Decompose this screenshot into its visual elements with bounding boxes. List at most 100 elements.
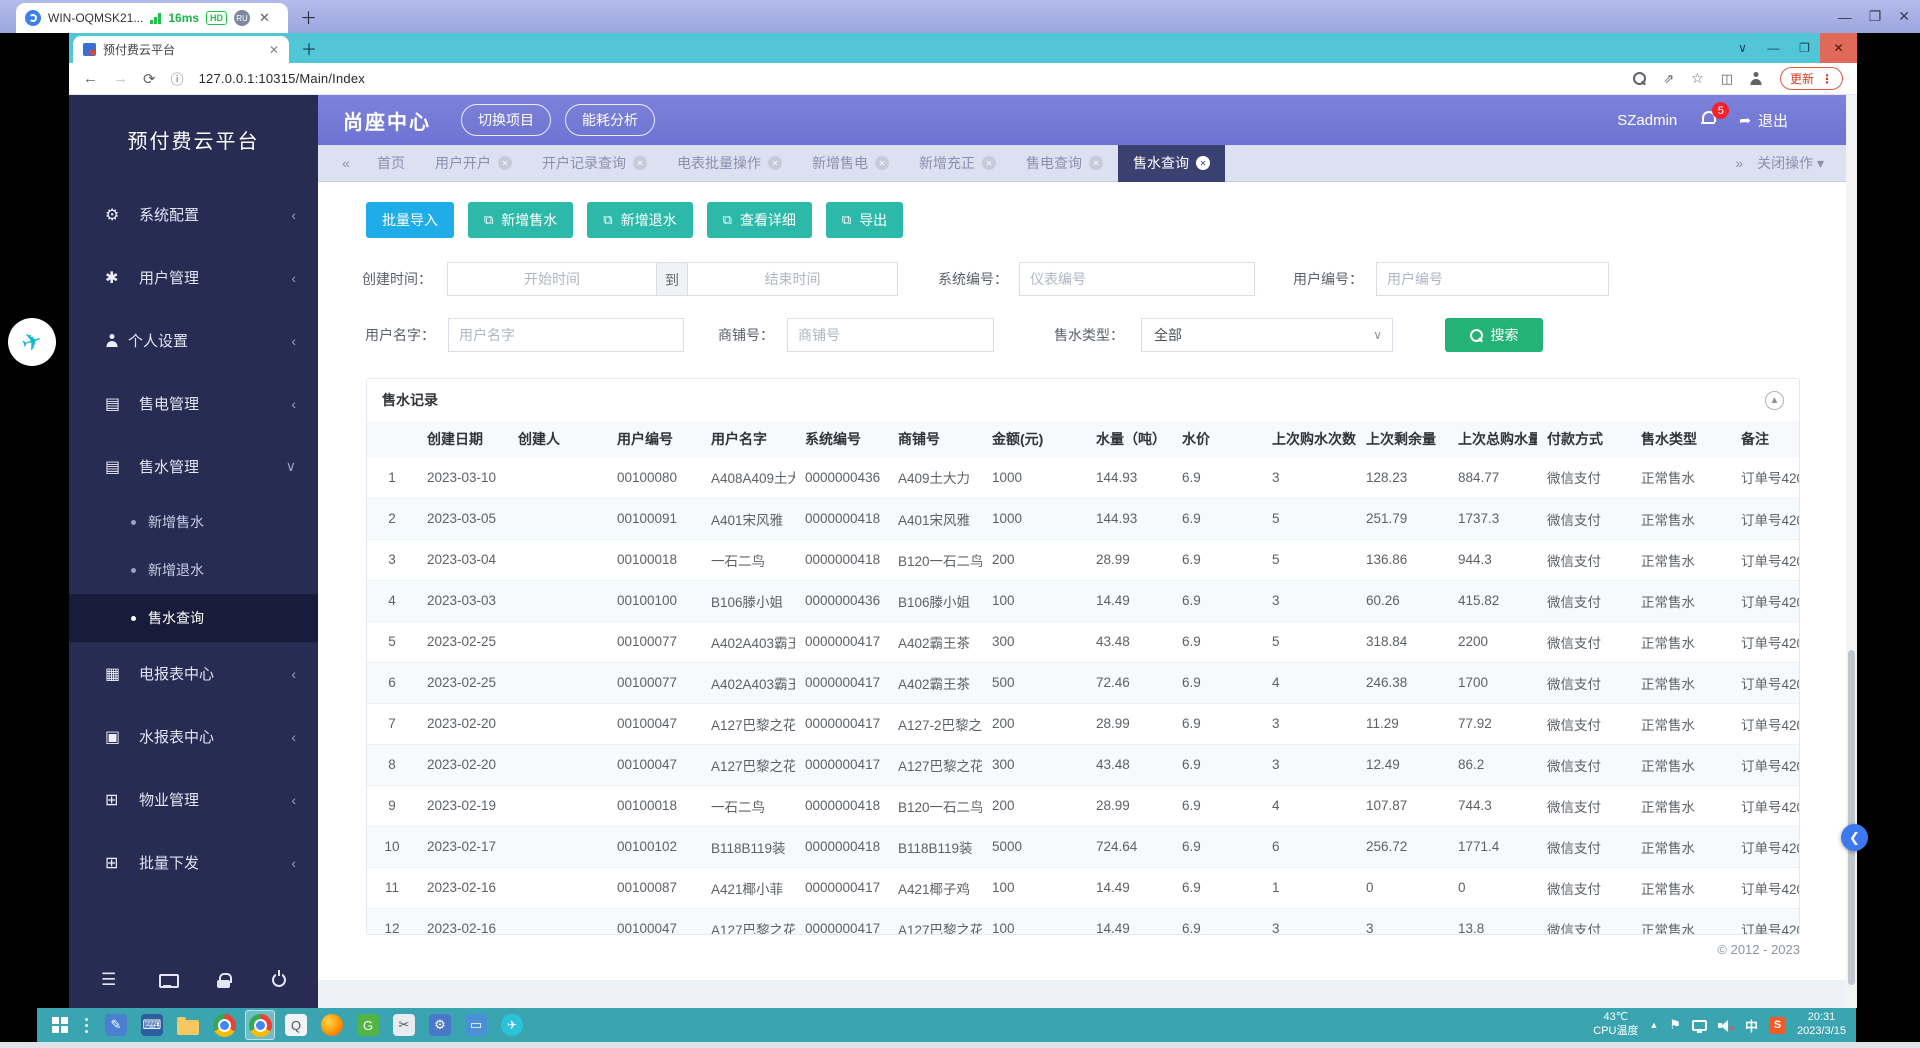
- chevron-down-icon[interactable]: ∨: [1727, 33, 1758, 63]
- taskbar-icon-todesk[interactable]: ✈: [497, 1010, 527, 1040]
- remote-maximize-button[interactable]: ❐: [1869, 8, 1882, 25]
- table-row[interactable]: 52023-02-2500100077A402A403霸王茶0000000417…: [367, 621, 1800, 662]
- lock-icon[interactable]: [217, 973, 230, 988]
- start-time-input[interactable]: [447, 262, 657, 296]
- remote-new-tab-button[interactable]: ＋: [300, 0, 317, 33]
- table-row[interactable]: 42023-03-0300100100B106滕小姐0000000436B106…: [367, 580, 1800, 621]
- toolbar-button[interactable]: ⧉新增售水: [468, 202, 573, 238]
- nav-tab[interactable]: 新增充正✕: [904, 145, 1011, 182]
- tab-close-icon[interactable]: ✕: [633, 156, 647, 170]
- sidebar-item[interactable]: ✱用户管理‹: [69, 246, 318, 309]
- remote-tab-close-icon[interactable]: ✕: [259, 10, 270, 26]
- toolbar-button[interactable]: ⧉新增退水: [587, 202, 692, 238]
- site-info-icon[interactable]: ⓘ: [171, 69, 184, 88]
- taskbar-icon-putty[interactable]: ⌨: [137, 1010, 167, 1040]
- sidebar-item[interactable]: 个人设置‹: [69, 309, 318, 372]
- table-row[interactable]: 92023-02-1900100018一石二鸟0000000418B120一石二…: [367, 785, 1800, 826]
- logout-button[interactable]: ➦ 退出: [1739, 110, 1788, 131]
- remote-minimize-button[interactable]: —: [1838, 9, 1852, 25]
- tab-close-icon[interactable]: ✕: [768, 156, 782, 170]
- table-row[interactable]: 102023-02-1700100102B118B119装0000000418B…: [367, 826, 1800, 867]
- notifications-button[interactable]: 5: [1701, 111, 1715, 129]
- power-icon[interactable]: [272, 973, 286, 987]
- tab-close-icon[interactable]: ✕: [875, 156, 889, 170]
- remote-close-button[interactable]: ✕: [1898, 8, 1910, 25]
- window-maximize-button[interactable]: ❐: [1789, 33, 1820, 63]
- browser-tab-close-icon[interactable]: ✕: [269, 43, 279, 57]
- sale-type-select[interactable]: 全部 ∨: [1141, 318, 1393, 352]
- window-close-button[interactable]: ✕: [1820, 33, 1857, 63]
- sidebar-subitem[interactable]: 新增退水: [69, 546, 318, 594]
- nav-tab[interactable]: 电表批量操作✕: [662, 145, 797, 182]
- nav-tab[interactable]: 售电查询✕: [1011, 145, 1118, 182]
- nav-tab[interactable]: 首页: [362, 145, 420, 182]
- taskbar-icon-qq[interactable]: Q: [281, 1010, 311, 1040]
- profile-icon[interactable]: [1750, 72, 1763, 85]
- sidebar-item[interactable]: ▣水报表中心‹: [69, 705, 318, 768]
- taskbar-icon-wegame[interactable]: G: [353, 1010, 383, 1040]
- energy-analysis-button[interactable]: 能耗分析: [565, 104, 655, 136]
- sidebar-toggle-icon[interactable]: ◫: [1721, 71, 1733, 87]
- table-row[interactable]: 122023-02-1600100047A127巴黎之花0000000417A1…: [367, 908, 1800, 935]
- todesk-floating-ball[interactable]: ✈: [8, 318, 56, 366]
- table-row[interactable]: 62023-02-2500100077A402A403霸王茶0000000417…: [367, 662, 1800, 703]
- forward-icon[interactable]: →: [113, 70, 128, 87]
- share-icon[interactable]: ⇗: [1663, 71, 1674, 87]
- edge-panel-handle[interactable]: ❮: [1841, 824, 1868, 851]
- tab-close-icon[interactable]: ✕: [498, 156, 512, 170]
- window-minimize-button[interactable]: —: [1758, 33, 1789, 63]
- back-icon[interactable]: ←: [83, 70, 98, 87]
- remote-avatar[interactable]: RU: [234, 10, 250, 26]
- volume-muted-icon[interactable]: ✕: [1718, 1019, 1734, 1032]
- nav-tab[interactable]: 新增售电✕: [797, 145, 904, 182]
- shop-no-input[interactable]: [787, 318, 994, 352]
- clock[interactable]: 20:31 2023/3/15: [1797, 1011, 1846, 1039]
- menu-icon[interactable]: ☰: [101, 970, 116, 990]
- table-row[interactable]: 72023-02-2000100047A127巴黎之花0000000417A12…: [367, 703, 1800, 744]
- toolbar-button[interactable]: ⧉导出: [826, 202, 903, 238]
- scrollbar-thumb[interactable]: [1848, 650, 1855, 985]
- sidebar-item[interactable]: ⊞批量下发‹: [69, 831, 318, 894]
- table-row[interactable]: 112023-02-1600100087A421椰小菲0000000417A42…: [367, 867, 1800, 908]
- table-row[interactable]: 12023-03-1000100080A408A409土大力0000000436…: [367, 457, 1800, 498]
- zoom-icon[interactable]: [1633, 72, 1646, 85]
- sidebar-item[interactable]: ▦电报表中心‹: [69, 642, 318, 705]
- ime-indicator[interactable]: 中: [1745, 1016, 1758, 1035]
- tab-close-icon[interactable]: ✕: [1089, 156, 1103, 170]
- monitor-icon[interactable]: [159, 974, 175, 987]
- table-row[interactable]: 22023-03-0500100091A401宋风雅0000000418A401…: [367, 498, 1800, 539]
- sidebar-subitem[interactable]: 售水查询: [69, 594, 318, 642]
- taskbar-icon-firefox[interactable]: [317, 1010, 347, 1040]
- taskbar-icon-paint[interactable]: ✎: [101, 1010, 131, 1040]
- close-operations-dropdown[interactable]: 关闭操作 ▾: [1757, 153, 1824, 173]
- end-time-input[interactable]: [687, 262, 898, 296]
- sidebar-item[interactable]: ⚙系统配置‹: [69, 183, 318, 246]
- tab-close-icon[interactable]: ✕: [1196, 156, 1210, 170]
- hd-badge[interactable]: HD: [206, 11, 227, 25]
- update-button[interactable]: 更新⋮: [1780, 67, 1843, 90]
- sidebar-item[interactable]: ⊞物业管理‹: [69, 768, 318, 831]
- sogou-icon[interactable]: S: [1769, 1017, 1786, 1034]
- nav-tab[interactable]: 售水查询✕: [1118, 145, 1225, 182]
- system-no-input[interactable]: [1019, 262, 1255, 296]
- tray-expand-icon[interactable]: ▲: [1649, 1020, 1658, 1030]
- network-icon[interactable]: [1692, 1020, 1707, 1031]
- user-name-input[interactable]: [448, 318, 684, 352]
- taskbar-icon-tablet[interactable]: ▭: [461, 1010, 491, 1040]
- taskbar-icon-settings[interactable]: ⚙: [425, 1010, 455, 1040]
- browser-new-tab-button[interactable]: ＋: [301, 33, 317, 63]
- table-row[interactable]: 82023-02-2000100047A127巴黎之花0000000417A12…: [367, 744, 1800, 785]
- taskbar-icon-folder[interactable]: [173, 1010, 203, 1040]
- search-button[interactable]: 搜索: [1445, 318, 1543, 352]
- browser-tab[interactable]: 预付费云平台 ✕: [73, 36, 289, 63]
- user-no-input[interactable]: [1376, 262, 1609, 296]
- taskbar-icon-chrome[interactable]: [209, 1010, 239, 1040]
- taskbar-icon-chrome-active[interactable]: [245, 1010, 275, 1040]
- address-bar[interactable]: 127.0.0.1:10315/Main/Index: [199, 71, 365, 86]
- taskbar-icon-snip[interactable]: ✂: [389, 1010, 419, 1040]
- sidebar-item[interactable]: ▤售水管理∨: [69, 435, 318, 498]
- switch-project-button[interactable]: 切换项目: [461, 104, 551, 136]
- table-row[interactable]: 32023-03-0400100018一石二鸟0000000418B120一石二…: [367, 539, 1800, 580]
- page-scrollbar[interactable]: [1846, 95, 1857, 1008]
- tab-close-icon[interactable]: ✕: [982, 156, 996, 170]
